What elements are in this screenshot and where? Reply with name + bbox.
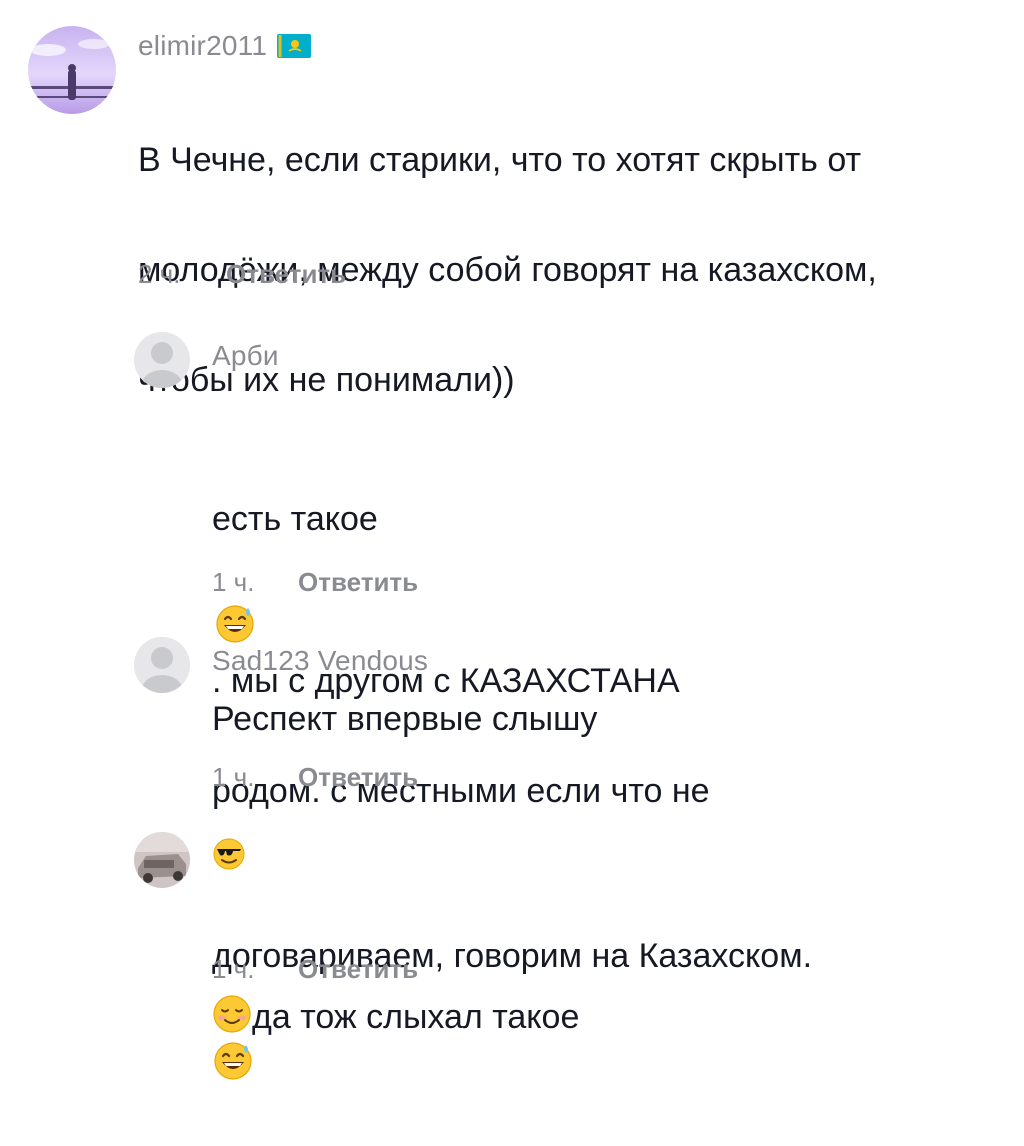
comment-text: Респект впервые слышу — [212, 700, 598, 738]
avatar[interactable] — [134, 332, 190, 388]
comment-time: 1 ч. — [212, 954, 255, 984]
comment-time: 1 ч. — [212, 762, 255, 792]
comment-time: 1 ч. — [212, 567, 255, 597]
reply-button[interactable]: Ответить — [226, 259, 346, 290]
reply-button[interactable]: Ответить — [298, 762, 418, 793]
avatar[interactable] — [134, 637, 190, 693]
kazakhstan-flag-icon — [277, 33, 312, 58]
username[interactable]: Арби — [212, 340, 279, 372]
avatar[interactable] — [28, 26, 116, 114]
sunglasses-emoji-icon — [212, 837, 246, 871]
username[interactable] — [212, 836, 246, 871]
username[interactable]: elimir2011 — [138, 30, 312, 62]
comment-time: 2 ч. — [138, 259, 181, 289]
avatar[interactable] — [134, 832, 190, 888]
comment-elimir2011: elimir2011 В Чечне, если старики, что то… — [0, 0, 1024, 399]
username[interactable]: Sad123 Vendous — [212, 645, 428, 677]
reply-button[interactable]: Ответить — [298, 567, 418, 598]
comment-sunglasses-user: да тож слыхал такое 1 ч. Ответить — [0, 820, 1024, 1036]
reply-button[interactable]: Ответить — [298, 954, 418, 985]
comment-sad123: Sad123 Vendous Респект впервые слышу 1 ч… — [0, 625, 1024, 795]
comment-arbi: Арби есть такое . мы с другом с КАЗАХСТА… — [0, 320, 1024, 1080]
